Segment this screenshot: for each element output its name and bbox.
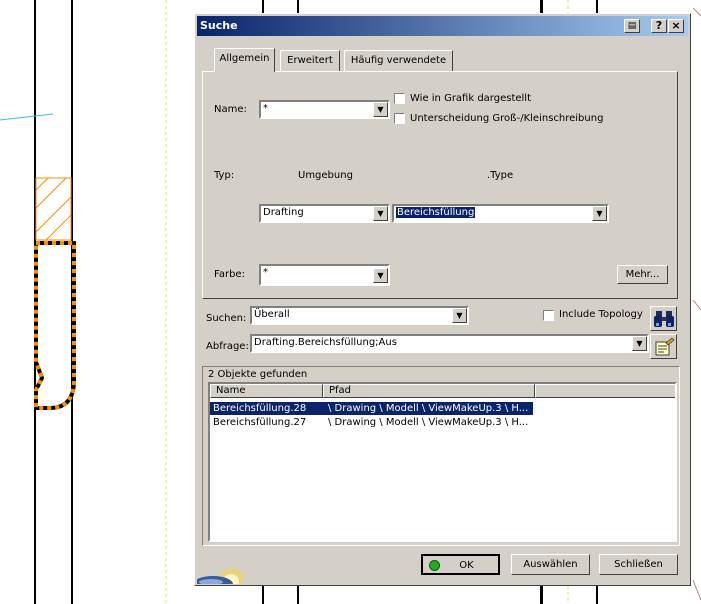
title-bar[interactable]: Suche ▤ ? × bbox=[197, 16, 688, 36]
name-label: Name: bbox=[214, 104, 247, 115]
row-path: \ Drawing \ Modell \ ViewMakeUp.3 \ H... bbox=[328, 417, 529, 428]
query-label: Abfrage: bbox=[206, 341, 249, 352]
query-combo[interactable]: Drafting.Bereichsfüllung;Aus ▼ bbox=[250, 334, 649, 353]
results-table[interactable]: Name Pfad Bereichsfüllung.28 \ Drawing \… bbox=[208, 382, 677, 542]
column-header-filler bbox=[535, 384, 675, 398]
search-dialog: Suche ▤ ? × Allgemein Erweitert Häufig v… bbox=[194, 13, 691, 586]
type-combo[interactable]: Bereichsfüllung ▼ bbox=[392, 204, 609, 223]
tab-haeufig[interactable]: Häufig verwendete bbox=[344, 50, 453, 72]
row-name: Bereichsfüllung.28 bbox=[213, 403, 307, 414]
include-topology-checkbox[interactable] bbox=[543, 310, 554, 321]
name-value: * bbox=[263, 103, 268, 114]
tab-panel: Name: * ▼ Wie in Grafik dargestellt Unte… bbox=[202, 71, 678, 299]
name-combo[interactable]: * ▼ bbox=[259, 100, 390, 119]
query-edit-icon[interactable] bbox=[650, 334, 677, 359]
help-button[interactable]: ? bbox=[651, 19, 667, 33]
chevron-down-icon[interactable]: ▼ bbox=[373, 206, 388, 221]
green-dot-icon bbox=[429, 560, 440, 571]
print-icon[interactable]: ▤ bbox=[624, 19, 640, 33]
environment-combo[interactable]: Drafting ▼ bbox=[259, 204, 390, 223]
environment-value: Drafting bbox=[263, 207, 304, 218]
ok-label: OK bbox=[459, 560, 474, 571]
checkbox-case-label: Unterscheidung Groß-/Kleinschreibung bbox=[410, 113, 604, 124]
tab-allgemein[interactable]: Allgemein bbox=[214, 48, 275, 72]
close-button[interactable]: × bbox=[668, 19, 684, 33]
row-name: Bereichsfüllung.27 bbox=[213, 417, 307, 428]
search-label: Suchen: bbox=[206, 313, 247, 324]
checkbox-graphic[interactable] bbox=[394, 93, 405, 104]
chevron-down-icon[interactable]: ▼ bbox=[373, 268, 388, 283]
search-scope-combo[interactable]: Überall ▼ bbox=[250, 306, 469, 325]
query-value: Drafting.Bereichsfüllung;Aus bbox=[254, 337, 397, 348]
checkbox-graphic-label: Wie in Grafik dargestellt bbox=[410, 93, 532, 104]
type-value: Bereichsfüllung bbox=[396, 207, 476, 218]
window-title: Suche bbox=[200, 19, 238, 32]
select-button[interactable]: Auswählen bbox=[511, 554, 590, 575]
row-path: \ Drawing \ Modell \ ViewMakeUp.3 \ H... bbox=[328, 403, 529, 414]
more-button[interactable]: Mehr... bbox=[617, 265, 668, 284]
color-value: * bbox=[263, 267, 268, 278]
search-scope-value: Überall bbox=[254, 309, 290, 320]
binoculars-icon[interactable] bbox=[650, 306, 677, 331]
chevron-down-icon[interactable]: ▼ bbox=[592, 206, 607, 221]
color-combo[interactable]: * ▼ bbox=[259, 264, 390, 286]
table-row[interactable]: Bereichsfüllung.28 \ Drawing \ Modell \ … bbox=[210, 402, 533, 415]
catia-logo bbox=[197, 552, 243, 584]
column-header-name[interactable]: Name bbox=[210, 384, 323, 398]
column-header-path[interactable]: Pfad bbox=[323, 384, 535, 398]
close-dialog-button[interactable]: Schließen bbox=[599, 554, 678, 575]
checkbox-case[interactable] bbox=[394, 113, 405, 124]
tab-erweitert[interactable]: Erweitert bbox=[280, 50, 340, 72]
results-count: 2 Objekte gefunden bbox=[208, 369, 308, 380]
environment-header: Umgebung bbox=[298, 170, 353, 181]
chevron-down-icon[interactable]: ▼ bbox=[632, 336, 647, 351]
chevron-down-icon[interactable]: ▼ bbox=[373, 102, 388, 117]
ok-button[interactable]: OK bbox=[421, 554, 500, 575]
type-label: Typ: bbox=[214, 170, 235, 181]
include-topology-label: Include Topology bbox=[559, 309, 643, 320]
color-label: Farbe: bbox=[214, 269, 245, 280]
type-header: .Type bbox=[487, 170, 514, 181]
chevron-down-icon[interactable]: ▼ bbox=[452, 308, 467, 323]
